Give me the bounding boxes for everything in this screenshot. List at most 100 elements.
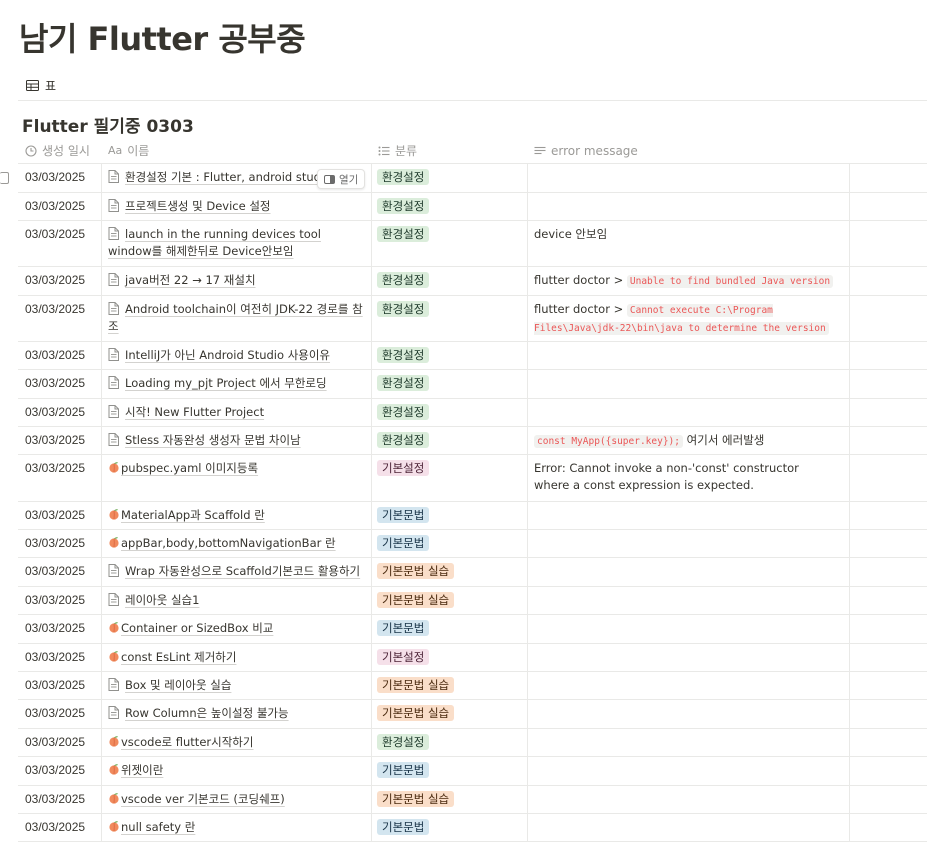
cell-name[interactable]: launch in the running devices tool windo…	[108, 226, 364, 260]
cell-name[interactable]: vscode ver 기본코드 (코딩쉐프)	[108, 791, 364, 808]
category-tag[interactable]: 환경설정	[377, 301, 430, 317]
cell-name[interactable]: null safety 란	[108, 819, 364, 836]
table-row[interactable]: 03/03/2025 null safety 란 기본문법	[18, 814, 927, 842]
cell-name[interactable]: pubspec.yaml 이미지등록	[108, 460, 364, 477]
category-tag[interactable]: 기본문법 실습	[377, 791, 455, 807]
open-button-label: 열기	[339, 173, 359, 186]
table-row[interactable]: 03/03/2025 환경설정 기본 : Flutter, android stu…	[0, 164, 927, 193]
column-header-name[interactable]: Aa 이름	[108, 138, 149, 163]
page-link[interactable]: java버전 22 → 17 재설치	[125, 273, 256, 287]
category-tag[interactable]: 기본문법	[377, 507, 430, 523]
page-link[interactable]: IntelliJ가 아닌 Android Studio 사용이유	[125, 348, 330, 362]
page-link[interactable]: const EsLint 제거하기	[121, 650, 236, 664]
page-link[interactable]: Loading my_pjt Project 에서 무한로딩	[125, 376, 327, 390]
category-tag[interactable]: 기본문법 실습	[377, 677, 455, 693]
table-row[interactable]: 03/03/2025 Row Column은 높이설정 불가능 기본문법 실습	[18, 700, 927, 729]
table-row[interactable]: 03/03/2025 vscode로 flutter시작하기 환경설정	[18, 729, 927, 757]
table-row[interactable]: 03/03/2025 vscode ver 기본코드 (코딩쉐프) 기본문법 실습	[18, 786, 927, 814]
category-tag[interactable]: 환경설정	[377, 347, 430, 363]
table-row[interactable]: 03/03/2025 Loading my_pjt Project 에서 무한로딩…	[18, 370, 927, 399]
page-link[interactable]: Android toolchain이 여전히 JDK-22 경로를 참조	[108, 302, 363, 333]
page-link[interactable]: Wrap 자동완성으로 Scaffold기본코드 활용하기	[125, 564, 360, 578]
table-row[interactable]: 03/03/2025 Container or SizedBox 비교 기본문법	[18, 615, 927, 644]
tab-table-view[interactable]: 표	[26, 76, 56, 94]
page-link[interactable]: Container or SizedBox 비교	[121, 621, 273, 635]
page-link[interactable]: 레이아웃 실습1	[125, 593, 199, 607]
page-link[interactable]: vscode로 flutter시작하기	[121, 735, 253, 749]
peach-icon	[109, 462, 119, 473]
category-tag[interactable]: 환경설정	[377, 272, 430, 288]
table-row[interactable]: 03/03/2025 Box 및 레이아웃 실습 기본문법 실습	[18, 672, 927, 700]
cell-name[interactable]: Stless 자동완성 생성자 문법 차이남	[108, 432, 364, 449]
page-link[interactable]: Row Column은 높이설정 불가능	[125, 706, 289, 720]
column-header-created[interactable]: 생성 일시	[25, 138, 90, 163]
page-link[interactable]: vscode ver 기본코드 (코딩쉐프)	[121, 792, 285, 806]
table-row[interactable]: 03/03/2025 시작! New Flutter Project 환경설정	[18, 399, 927, 427]
page-link[interactable]: MaterialApp과 Scaffold 란	[121, 508, 265, 522]
cell-name[interactable]: 레이아웃 실습1	[108, 592, 364, 609]
cell-name[interactable]: Wrap 자동완성으로 Scaffold기본코드 활용하기	[108, 563, 364, 580]
category-tag[interactable]: 기본문법 실습	[377, 592, 455, 608]
column-header-category[interactable]: 분류	[378, 138, 417, 163]
table-row[interactable]: 03/03/2025 Android toolchain이 여전히 JDK-22 …	[18, 296, 927, 342]
table-row[interactable]: 03/03/2025 java버전 22 → 17 재설치 환경설정 flutter …	[18, 267, 927, 296]
page-link[interactable]: 환경설정 기본 : Flutter, android studio	[125, 170, 331, 184]
cell-name[interactable]: Loading my_pjt Project 에서 무한로딩	[108, 375, 364, 392]
page-link[interactable]: launch in the running devices tool windo…	[108, 227, 321, 258]
cell-name[interactable]: 위젯이란	[108, 762, 364, 779]
category-tag[interactable]: 기본문법	[377, 620, 430, 636]
cell-name[interactable]: 프로젝트생성 및 Device 설정	[108, 198, 364, 215]
category-tag[interactable]: 기본문법	[377, 819, 430, 835]
category-tag[interactable]: 환경설정	[377, 226, 430, 242]
category-tag[interactable]: 기본문법	[377, 535, 430, 551]
page-link[interactable]: 위젯이란	[121, 763, 163, 777]
page-link[interactable]: 프로젝트생성 및 Device 설정	[125, 199, 271, 213]
table-row[interactable]: 03/03/2025 IntelliJ가 아닌 Android Studio 사용…	[18, 342, 927, 370]
page-link[interactable]: pubspec.yaml 이미지등록	[121, 461, 258, 475]
cell-name[interactable]: Row Column은 높이설정 불가능	[108, 705, 364, 722]
database-title[interactable]: Flutter 필기중 0303	[22, 112, 194, 137]
table-row[interactable]: 03/03/2025 프로젝트생성 및 Device 설정 환경설정	[18, 193, 927, 221]
cell-name[interactable]: IntelliJ가 아닌 Android Studio 사용이유	[108, 347, 364, 364]
cell-name[interactable]: Container or SizedBox 비교	[108, 620, 364, 637]
table-row[interactable]: 03/03/2025 pubspec.yaml 이미지등록 기본설정 Error: C…	[18, 455, 927, 502]
category-tag[interactable]: 기본문법 실습	[377, 563, 455, 579]
page-link[interactable]: appBar,body,bottomNavigationBar 란	[121, 536, 336, 550]
table-row[interactable]: 03/03/2025 MaterialApp과 Scaffold 란 기본문법	[18, 502, 927, 530]
page-link[interactable]: Box 및 레이아웃 실습	[125, 678, 231, 692]
category-tag[interactable]: 기본설정	[377, 460, 430, 476]
cell-name[interactable]: java버전 22 → 17 재설치	[108, 272, 364, 289]
table-row[interactable]: 03/03/2025 appBar,body,bottomNavigationBa…	[18, 530, 927, 558]
table-row[interactable]: 03/03/2025 위젯이란 기본문법	[18, 757, 927, 786]
category-tag[interactable]: 환경설정	[377, 734, 430, 750]
column-header-error[interactable]: error message	[534, 138, 638, 163]
category-tag[interactable]: 기본문법	[377, 762, 430, 778]
category-tag[interactable]: 환경설정	[377, 432, 430, 448]
table-row[interactable]: 03/03/2025 Wrap 자동완성으로 Scaffold기본코드 활용하기 기…	[18, 558, 927, 587]
row-select-checkbox[interactable]	[0, 172, 9, 184]
page-link[interactable]: Stless 자동완성 생성자 문법 차이남	[125, 433, 301, 447]
table-row[interactable]: 03/03/2025 const EsLint 제거하기 기본설정	[18, 644, 927, 672]
cell-name[interactable]: Android toolchain이 여전히 JDK-22 경로를 참조	[108, 301, 364, 335]
column-header-label: 분류	[395, 144, 418, 158]
column-divider	[527, 267, 528, 295]
table-row[interactable]: 03/03/2025 Stless 자동완성 생성자 문법 차이남 환경설정 cons…	[18, 427, 927, 455]
cell-name[interactable]: Box 및 레이아웃 실습	[108, 677, 364, 694]
cell-name[interactable]: 시작! New Flutter Project	[108, 404, 364, 421]
category-tag[interactable]: 환경설정	[377, 404, 430, 420]
category-tag[interactable]: 환경설정	[377, 375, 430, 391]
open-button[interactable]: 열기	[317, 169, 366, 189]
category-tag[interactable]: 환경설정	[377, 169, 430, 185]
page-link[interactable]: null safety 란	[121, 820, 195, 834]
cell-name[interactable]: vscode로 flutter시작하기	[108, 734, 364, 751]
table-row[interactable]: 03/03/2025 레이아웃 실습1 기본문법 실습	[18, 587, 927, 615]
cell-name[interactable]: MaterialApp과 Scaffold 란	[108, 507, 364, 524]
category-tag[interactable]: 환경설정	[377, 198, 430, 214]
cell-name[interactable]: appBar,body,bottomNavigationBar 란	[108, 535, 364, 552]
category-tag[interactable]: 기본문법 실습	[377, 705, 455, 721]
cell-name[interactable]: const EsLint 제거하기	[108, 649, 364, 666]
table-row[interactable]: 03/03/2025 launch in the running devices …	[18, 221, 927, 267]
cell-error-message: flutter doctor > Unable to find bundled …	[534, 272, 834, 290]
category-tag[interactable]: 기본설정	[377, 649, 430, 665]
page-link[interactable]: 시작! New Flutter Project	[125, 405, 264, 419]
